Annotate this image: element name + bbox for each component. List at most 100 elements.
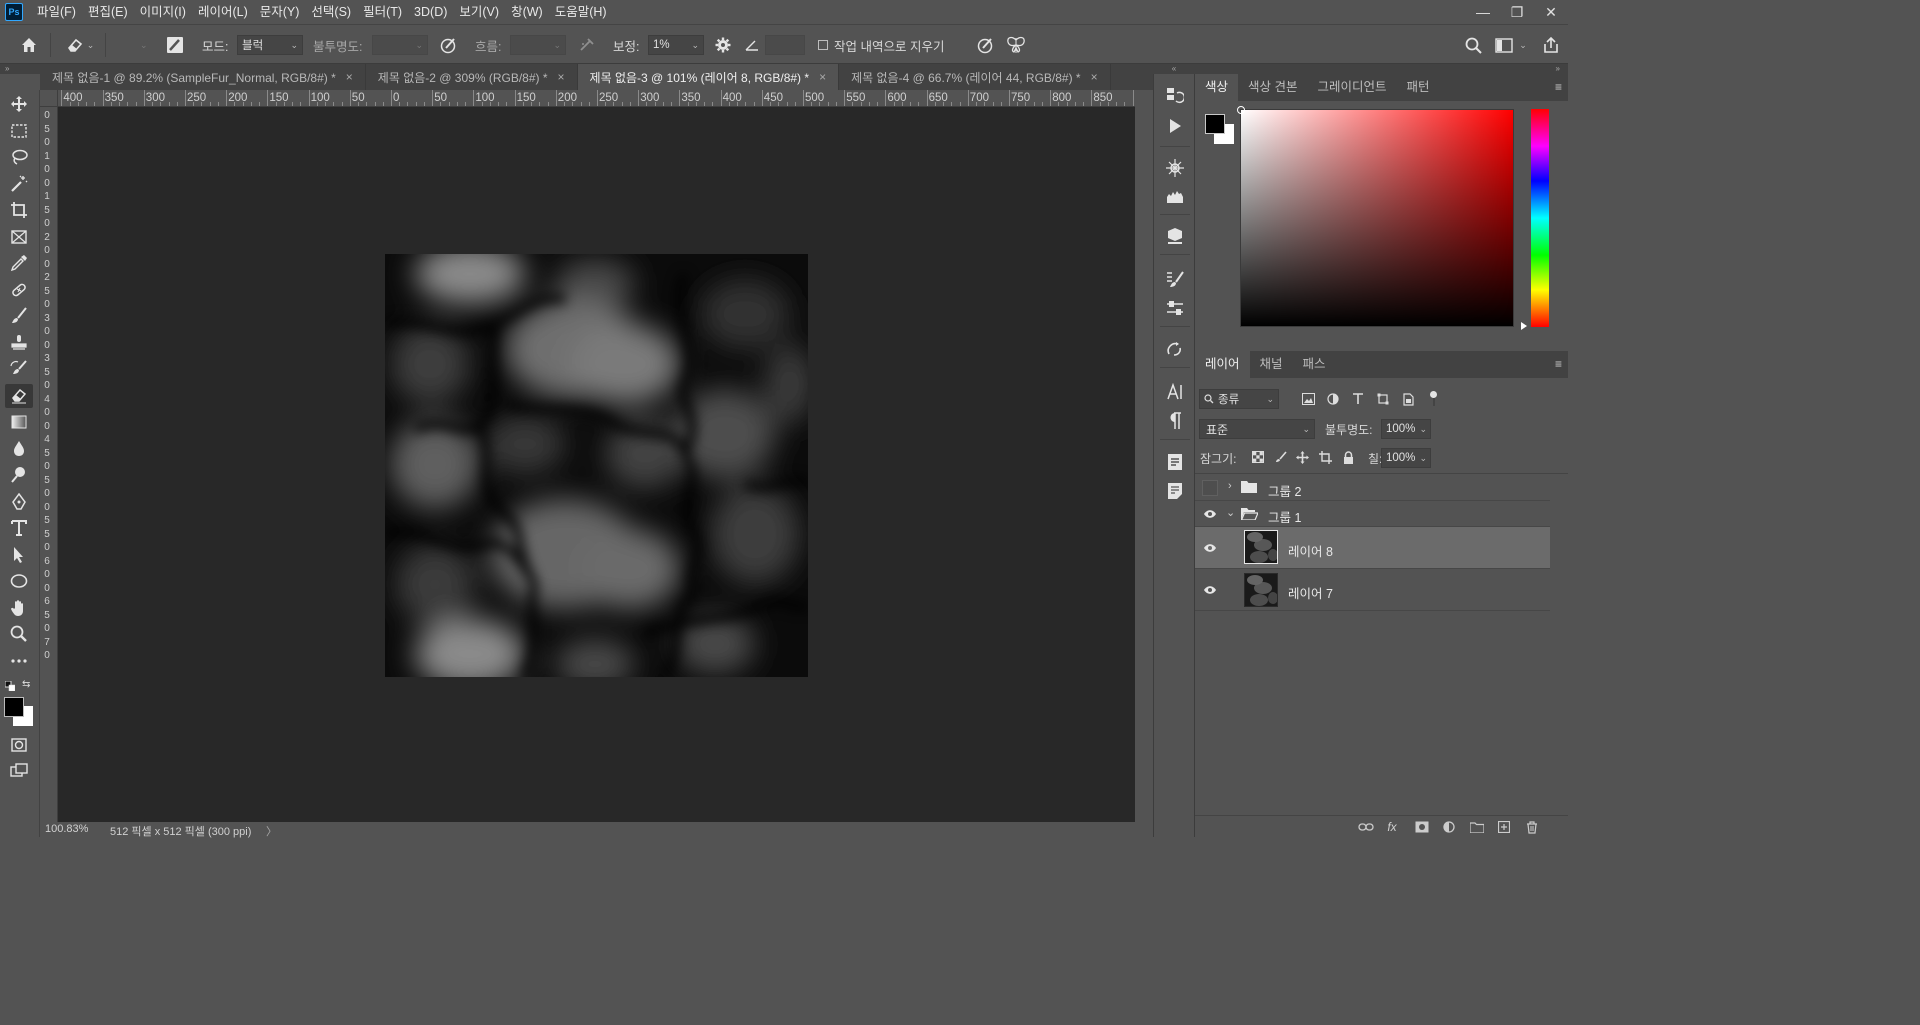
mode-select[interactable]: 블럭 ⌄ [237, 35, 303, 55]
layer-style-fx-button[interactable]: fx [1383, 819, 1401, 835]
menu-layer[interactable]: 레이어(L) [192, 0, 254, 24]
tool-presets-icon[interactable] [1162, 296, 1188, 320]
lock-image-pixels-icon[interactable] [1272, 449, 1290, 465]
chevron-right-icon[interactable]: › [1228, 480, 1232, 492]
hue-slider[interactable] [1531, 109, 1549, 327]
close-icon[interactable]: × [1091, 70, 1098, 84]
color-foreground-swatch[interactable] [1205, 114, 1225, 134]
opacity-input[interactable]: ⌄ [372, 35, 428, 55]
eraser-preset-picker[interactable]: ⌄ [60, 25, 100, 65]
filter-type-icon[interactable] [1349, 391, 1367, 407]
eye-icon[interactable] [1202, 540, 1218, 556]
tab-gradients[interactable]: 그레이디언트 [1308, 74, 1397, 101]
chevron-down-icon[interactable]: ⌄ [1226, 506, 1235, 519]
crop-tool[interactable] [5, 198, 33, 222]
gradient-tool[interactable] [5, 410, 33, 434]
workspace-switcher[interactable]: ⌄ [1493, 25, 1529, 65]
menu-view[interactable]: 보기(V) [453, 0, 505, 24]
lock-all-icon[interactable] [1339, 449, 1357, 465]
hue-slider-handle[interactable] [1521, 322, 1527, 330]
panel-menu-icon[interactable]: ≡ [1555, 80, 1562, 94]
close-button[interactable]: ✕ [1534, 0, 1568, 24]
lasso-tool[interactable] [5, 145, 33, 169]
status-menu-arrow[interactable]: 〉 [266, 823, 277, 839]
menu-edit[interactable]: 편집(E) [82, 0, 134, 24]
menu-select[interactable]: 선택(S) [305, 0, 357, 24]
more-tools-icon[interactable] [5, 649, 33, 673]
menu-file[interactable]: 파일(F) [31, 0, 82, 24]
eye-icon[interactable] [1202, 582, 1218, 598]
adjustments-icon[interactable] [1162, 156, 1188, 180]
properties-panel-icon[interactable] [1162, 450, 1188, 474]
right-panels-collapse-handle[interactable]: » [1195, 64, 1568, 74]
paragraph-panel-icon[interactable] [1162, 409, 1188, 433]
layer-row-layer-8[interactable]: 레이어 8 [1195, 527, 1550, 569]
history-panel-icon[interactable] [1162, 84, 1188, 108]
document-canvas[interactable] [385, 254, 808, 677]
panel-menu-icon[interactable]: ≡ [1555, 357, 1562, 371]
document-tab-3[interactable]: 제목 없음-3 @ 101% (레이어 8, RGB/8#) * × [577, 64, 840, 90]
new-group-folder-icon[interactable] [1468, 819, 1486, 835]
eye-icon[interactable] [1202, 506, 1218, 522]
eraser-tool[interactable] [5, 384, 33, 408]
brush-settings-icon[interactable] [164, 25, 186, 65]
document-tab-1[interactable]: 제목 없음-1 @ 89.2% (SampleFur_Normal, RGB/8… [40, 64, 366, 90]
filter-smart-object-icon[interactable] [1399, 391, 1417, 407]
tab-color[interactable]: 색상 [1195, 74, 1239, 101]
close-icon[interactable]: × [819, 70, 826, 84]
filter-adjustment-icon[interactable] [1324, 391, 1342, 407]
color-picker-cursor[interactable] [1237, 106, 1245, 114]
minimize-button[interactable]: — [1466, 0, 1500, 24]
dodge-tool[interactable] [5, 463, 33, 487]
filter-toggle-switch[interactable] [1430, 391, 1438, 407]
home-icon[interactable] [18, 25, 40, 65]
quick-mask-icon[interactable] [5, 733, 33, 757]
toolbar-grip[interactable] [0, 74, 40, 90]
fill-input[interactable]: 100% ⌄ [1381, 448, 1431, 468]
new-adjustment-layer-icon[interactable] [1440, 819, 1458, 835]
screen-mode-icon[interactable] [5, 759, 33, 783]
brush-tool[interactable] [5, 304, 33, 328]
lock-artboard-icon[interactable] [1316, 449, 1334, 465]
blur-tool[interactable] [5, 437, 33, 461]
pressure-size-icon[interactable] [974, 25, 996, 65]
close-icon[interactable]: × [346, 70, 353, 84]
menu-type[interactable]: 문자(Y) [254, 0, 306, 24]
blend-mode-select[interactable]: 표준 ⌄ [1199, 419, 1315, 439]
horizontal-ruler[interactable]: 400 350 300 250 200 150 100 50 0 50 100 150 200 250 30… [58, 90, 1135, 107]
tab-patterns[interactable]: 패턴 [1397, 74, 1440, 101]
search-icon[interactable] [1463, 25, 1483, 65]
actions-play-icon[interactable] [1162, 114, 1188, 138]
brush-size-picker[interactable]: ⌄ [110, 25, 154, 65]
histogram-icon[interactable] [1162, 184, 1188, 208]
ruler-origin[interactable] [40, 90, 58, 107]
link-layers-icon[interactable] [1357, 819, 1375, 835]
angle-input[interactable] [765, 35, 805, 55]
close-icon[interactable]: × [558, 70, 565, 84]
healing-brush-tool[interactable] [5, 278, 33, 302]
layer-row-layer-7[interactable]: 레이어 7 [1195, 569, 1550, 611]
tab-layers[interactable]: 레이어 [1195, 351, 1250, 378]
canvas-workspace[interactable] [58, 107, 1135, 822]
layer-opacity-input[interactable]: 100% ⌄ [1381, 419, 1431, 439]
zoom-tool[interactable] [5, 622, 33, 646]
document-tab-2[interactable]: 제목 없음-2 @ 309% (RGB/8#) * × [366, 64, 578, 90]
lock-transparent-icon[interactable] [1249, 449, 1267, 465]
share-icon[interactable] [1540, 25, 1562, 65]
zoom-level[interactable]: 100.83% [45, 823, 88, 835]
saturation-brightness-field[interactable] [1237, 106, 1514, 327]
symmetry-butterfly-icon[interactable] [1005, 25, 1027, 65]
tab-channels[interactable]: 채널 [1250, 351, 1293, 378]
layer-row-group-2[interactable]: › 그룹 2 [1195, 475, 1550, 501]
vertical-ruler[interactable]: 0 5 0 1 0 0 1 5 0 2 0 0 2 5 0 3 0 0 3 5 0 4 0 0 4 5 0 5 0 0 5 5 0 6 0 0 6 5 0 7… [40, 107, 58, 822]
lock-position-icon[interactable] [1293, 449, 1311, 465]
gear-icon[interactable] [713, 25, 733, 65]
restore-button[interactable]: ❐ [1500, 0, 1534, 24]
3d-panel-icon[interactable] [1162, 224, 1188, 248]
swap-colors-icon[interactable]: ⇆ [22, 679, 34, 691]
filter-shape-icon[interactable] [1374, 391, 1392, 407]
path-selection-tool[interactable] [5, 543, 33, 567]
tab-swatches[interactable]: 색상 견본 [1238, 74, 1307, 101]
eyedropper-tool[interactable] [5, 251, 33, 275]
toolbar-collapse-handle[interactable]: » [0, 64, 40, 74]
